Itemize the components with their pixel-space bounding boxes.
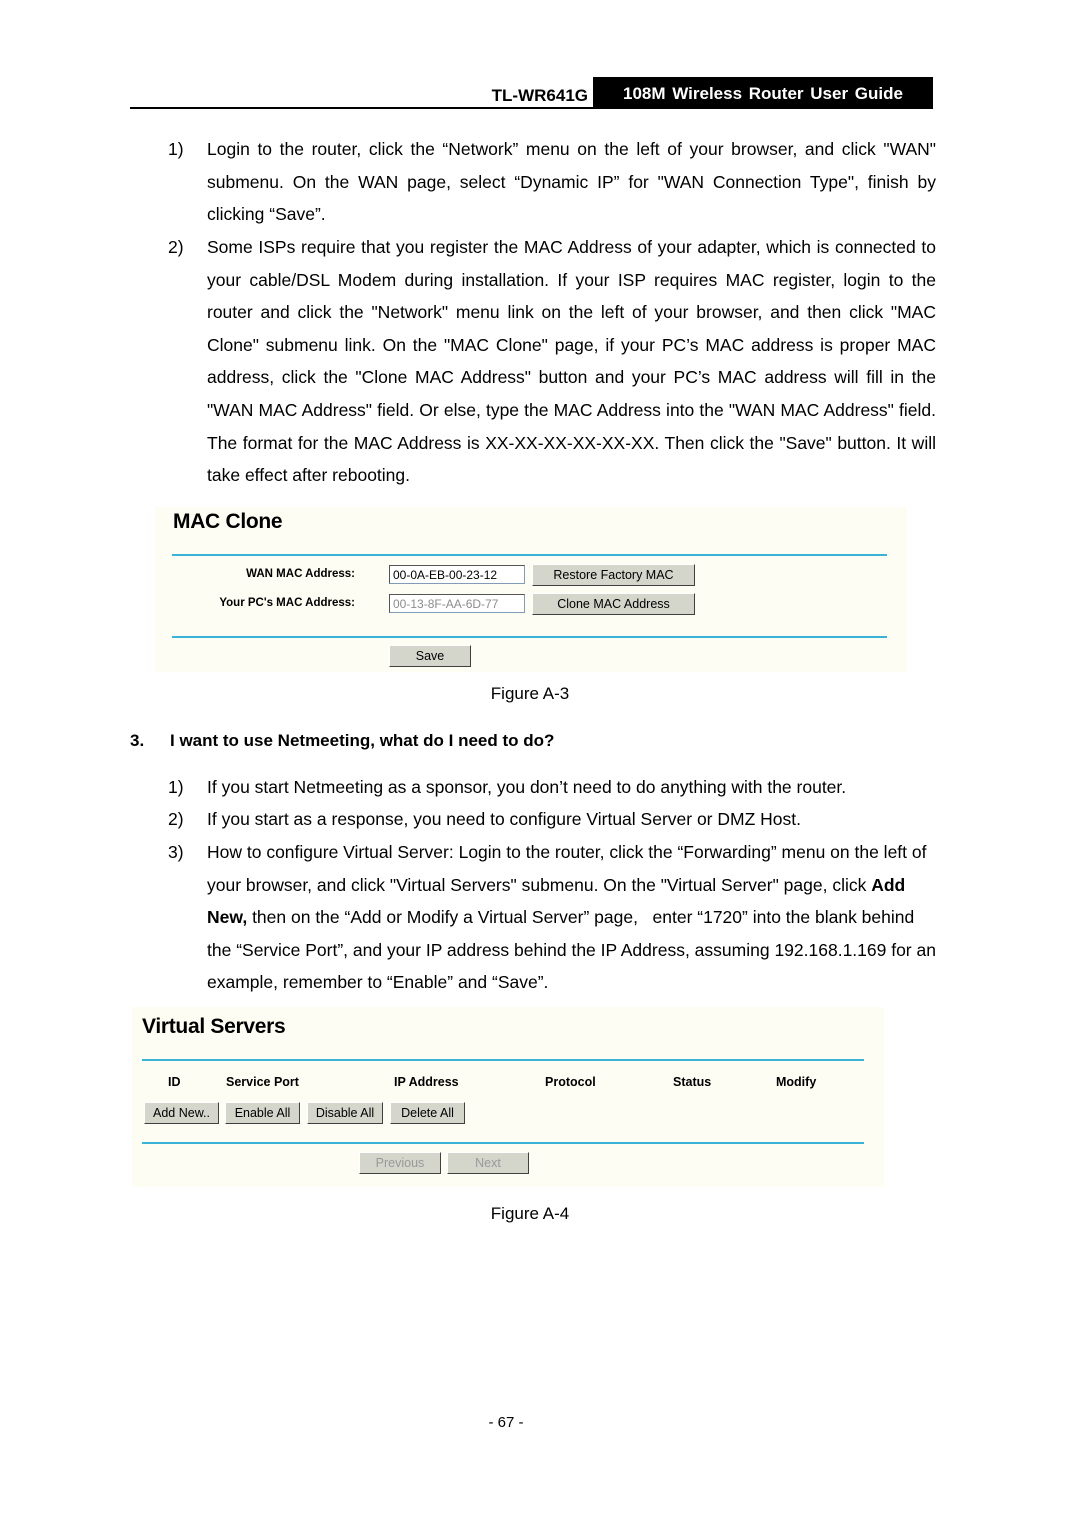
save-button[interactable]: Save: [389, 645, 471, 667]
text-segment: How to configure Virtual Server: Login t…: [207, 842, 927, 895]
column-header-status: Status: [673, 1075, 712, 1089]
caption-text: Figure A-4: [490, 1204, 570, 1223]
figure-title: Virtual Servers: [142, 1015, 286, 1038]
enable-all-button[interactable]: Enable All: [225, 1102, 300, 1124]
section-heading: 3. I want to use Netmeeting, what do I ne…: [130, 731, 554, 751]
list-number: 2): [168, 809, 184, 829]
figure-caption: Figure A-3: [0, 684, 1080, 704]
column-header-id: ID: [168, 1075, 181, 1089]
divider: [142, 1142, 864, 1144]
pc-mac-input: 00-13-8F-AA-6D-77: [389, 594, 525, 613]
section-title: I want to use Netmeeting, what do I need…: [170, 731, 555, 750]
divider: [142, 1059, 864, 1061]
delete-all-button[interactable]: Delete All: [390, 1102, 465, 1124]
divider: [172, 636, 887, 638]
disable-all-button[interactable]: Disable All: [307, 1102, 383, 1124]
list-number: 3): [168, 842, 184, 862]
virtual-servers-figure: Virtual Servers ID Service Port IP Addre…: [132, 1007, 884, 1187]
column-header-ip-address: IP Address: [394, 1075, 459, 1089]
restore-factory-mac-button[interactable]: Restore Factory MAC: [532, 564, 695, 586]
header-guide-title: 108M Wireless Router User Guide: [593, 77, 933, 107]
wan-mac-input[interactable]: 00-0A-EB-00-23-12: [389, 565, 525, 584]
pc-mac-label: Your PC's MAC Address:: [219, 597, 355, 609]
add-new-button[interactable]: Add New..: [144, 1102, 219, 1124]
text-segment: then on the “Add or Modify a Virtual Ser…: [207, 907, 941, 993]
list-item: 1) If you start Netmeeting as a sponsor,…: [168, 771, 936, 804]
divider: [172, 554, 887, 556]
page-header: TL-WR641G 108M Wireless Router User Guid…: [130, 77, 933, 109]
list-text: Some ISPs require that you register the …: [207, 237, 936, 486]
next-button[interactable]: Next: [447, 1152, 529, 1174]
list-number: 1): [168, 139, 184, 159]
header-model: TL-WR641G: [491, 86, 588, 105]
page-number-text: - 67 -: [488, 1414, 524, 1431]
list-number: 1): [168, 777, 184, 797]
list-item: 2) If you start as a response, you need …: [168, 803, 936, 836]
clone-mac-button[interactable]: Clone MAC Address: [532, 593, 695, 615]
figure-caption: Figure A-4: [0, 1204, 1080, 1224]
figure-title: MAC Clone: [173, 510, 283, 533]
list-number: 2): [168, 237, 184, 257]
column-header-service-port: Service Port: [226, 1075, 299, 1089]
list-item: 1) Login to the router, click the “Netwo…: [168, 133, 936, 231]
column-header-modify: Modify: [776, 1075, 817, 1089]
column-header-protocol: Protocol: [545, 1075, 596, 1089]
section-number: 3.: [130, 731, 145, 750]
list-text: If you start Netmeeting as a sponsor, yo…: [207, 777, 847, 797]
list-item: 2) Some ISPs require that you register t…: [168, 231, 936, 492]
list-text: How to configure Virtual Server: Login t…: [207, 836, 938, 999]
caption-text: Figure A-3: [490, 684, 570, 703]
list-item: 3) How to configure Virtual Server: Logi…: [168, 836, 938, 999]
list-text: If you start as a response, you need to …: [207, 809, 801, 829]
wan-mac-label: WAN MAC Address:: [246, 568, 355, 580]
previous-button[interactable]: Previous: [359, 1152, 441, 1174]
mac-clone-figure: MAC Clone WAN MAC Address: 00-0A-EB-00-2…: [155, 507, 907, 672]
page-number: - 67 -: [0, 1414, 1080, 1431]
header-rule: [130, 107, 933, 109]
list-text: Login to the router, click the “Network”…: [207, 139, 936, 225]
